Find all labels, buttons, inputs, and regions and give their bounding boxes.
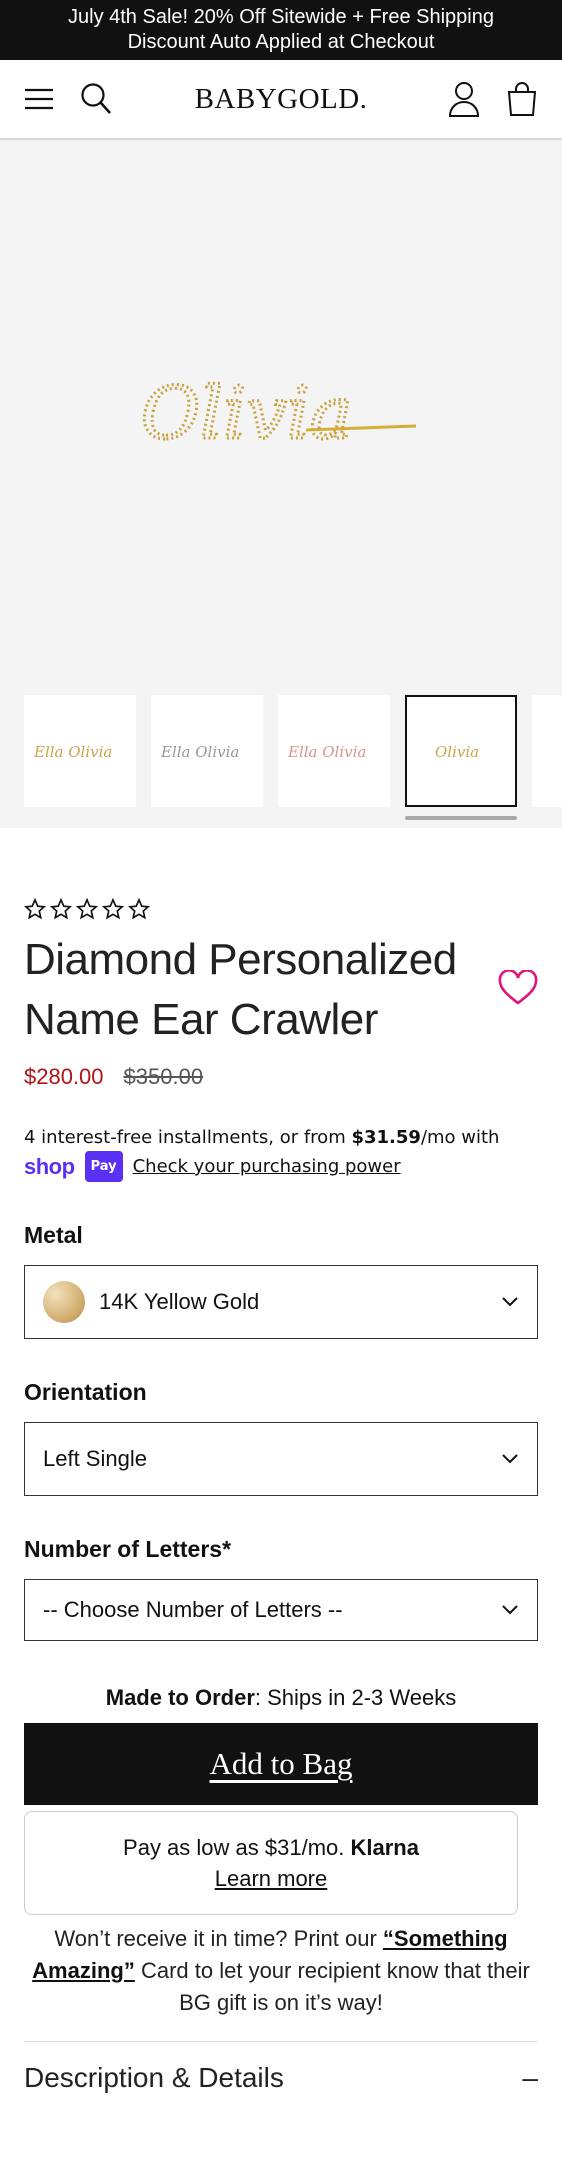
ships-in-text: : Ships in 2-3 Weeks	[254, 1685, 457, 1710]
star-icon	[50, 898, 72, 920]
thumbnail-strip: Ella Olivia Ella Olivia Ella Olivia Oliv…	[0, 695, 562, 828]
site-header: BABYGOLD.	[0, 60, 562, 140]
account-icon[interactable]	[448, 81, 480, 117]
divider	[24, 2041, 538, 2042]
header-left	[24, 82, 112, 116]
price-block: $280.00 $350.00	[24, 1064, 538, 1090]
thumbnail-scrollbar[interactable]	[405, 816, 517, 820]
promo-banner: July 4th Sale! 20% Off Sitewide + Free S…	[0, 0, 562, 60]
klarna-text: Pay as low as $31/mo.	[123, 1835, 351, 1860]
heart-icon[interactable]	[498, 968, 538, 1011]
collapse-toggle-icon: –	[522, 2062, 538, 2093]
letters-label: Number of Letters*	[24, 1536, 232, 1562]
klarna-logo: Klarna	[350, 1835, 419, 1860]
promo-line-2: Discount Auto Applied at Checkout	[127, 31, 435, 53]
promo-line-1: July 4th Sale! 20% Off Sitewide + Free S…	[68, 6, 494, 28]
original-price: $350.00	[123, 1064, 204, 1089]
chevron-down-icon	[502, 1297, 518, 1307]
chevron-down-icon	[502, 1605, 518, 1615]
thumbnail-3-text: Ella Olivia	[287, 743, 366, 761]
search-icon[interactable]	[80, 82, 112, 116]
description-details-accordion[interactable]: Description & Details –	[24, 2062, 538, 2094]
brand-logo[interactable]: BABYGOLD.	[195, 83, 368, 116]
installments-suffix: /mo with	[420, 1127, 500, 1148]
orientation-label: Orientation	[24, 1379, 147, 1405]
shop-pay-badge: Pay	[84, 1151, 123, 1182]
made-to-order-label: Made to Order	[105, 1685, 255, 1710]
shop-pay-logo: shop	[24, 1154, 75, 1179]
metal-select-value: 14K Yellow Gold	[99, 1289, 260, 1314]
thumbnail-2-text: Ella Olivia	[160, 743, 239, 761]
installments-prefix: 4 interest-free installments, or from	[24, 1127, 352, 1148]
letters-select-value: -- Choose Number of Letters --	[43, 1597, 343, 1622]
gold-swatch	[43, 1281, 85, 1323]
klarna-learn-more-link[interactable]: Learn more	[215, 1863, 328, 1894]
star-icon	[76, 898, 98, 920]
gift-note-prefix: Won’t receive it in time? Print our	[54, 1926, 383, 1951]
thumbnail-2[interactable]: Ella Olivia	[151, 695, 263, 807]
thumbnail-4-selected[interactable]: Olivia	[405, 695, 517, 807]
orientation-select[interactable]: Left Single	[24, 1422, 538, 1496]
metal-label: Metal	[24, 1222, 83, 1248]
installments-info: 4 interest-free installments, or from $3…	[24, 1124, 538, 1182]
menu-icon[interactable]	[24, 87, 54, 111]
star-icon	[128, 898, 150, 920]
thumbnail-1-text: Ella Olivia	[33, 743, 112, 761]
sale-price: $280.00	[24, 1064, 104, 1089]
thumbnail-5-partial[interactable]	[532, 695, 562, 807]
letters-select[interactable]: -- Choose Number of Letters --	[24, 1579, 538, 1641]
rating-stars[interactable]	[24, 898, 538, 920]
product-info: Diamond Personalized Name Ear Crawler $2…	[0, 898, 562, 2094]
add-to-bag-button[interactable]: Add to Bag	[24, 1723, 538, 1805]
earring-illustration: Olivia	[140, 369, 417, 456]
star-icon	[102, 898, 124, 920]
product-hero-image[interactable]: Olivia	[0, 140, 562, 695]
orientation-select-value: Left Single	[43, 1446, 147, 1471]
bag-icon[interactable]	[506, 82, 538, 116]
thumbnail-4-text: Olivia	[435, 743, 479, 761]
shop-pay-row: shop Pay Check your purchasing power	[24, 1151, 538, 1182]
chevron-down-icon	[502, 1454, 518, 1464]
thumbnail-1[interactable]: Ella Olivia	[24, 695, 136, 807]
gift-note-suffix: Card to let your recipient know that the…	[134, 1958, 530, 2015]
check-purchasing-power-link[interactable]: Check your purchasing power	[133, 1153, 401, 1180]
shipping-info: Made to Order: Ships in 2-3 Weeks	[24, 1685, 538, 1711]
title-row: Diamond Personalized Name Ear Crawler	[24, 930, 538, 1050]
description-details-label: Description & Details	[24, 2062, 284, 2093]
star-icon	[24, 898, 46, 920]
klarna-box: Pay as low as $31/mo. Klarna Learn more	[24, 1811, 518, 1915]
metal-select[interactable]: 14K Yellow Gold	[24, 1265, 538, 1339]
thumbnail-3[interactable]: Ella Olivia	[278, 695, 390, 807]
installments-amount: $31.59	[351, 1127, 421, 1148]
product-title: Diamond Personalized Name Ear Crawler	[24, 935, 457, 1044]
gift-card-note: Won’t receive it in time? Print our “Som…	[24, 1923, 538, 2019]
hero-name-script: Olivia	[141, 371, 353, 455]
header-right	[448, 81, 538, 117]
